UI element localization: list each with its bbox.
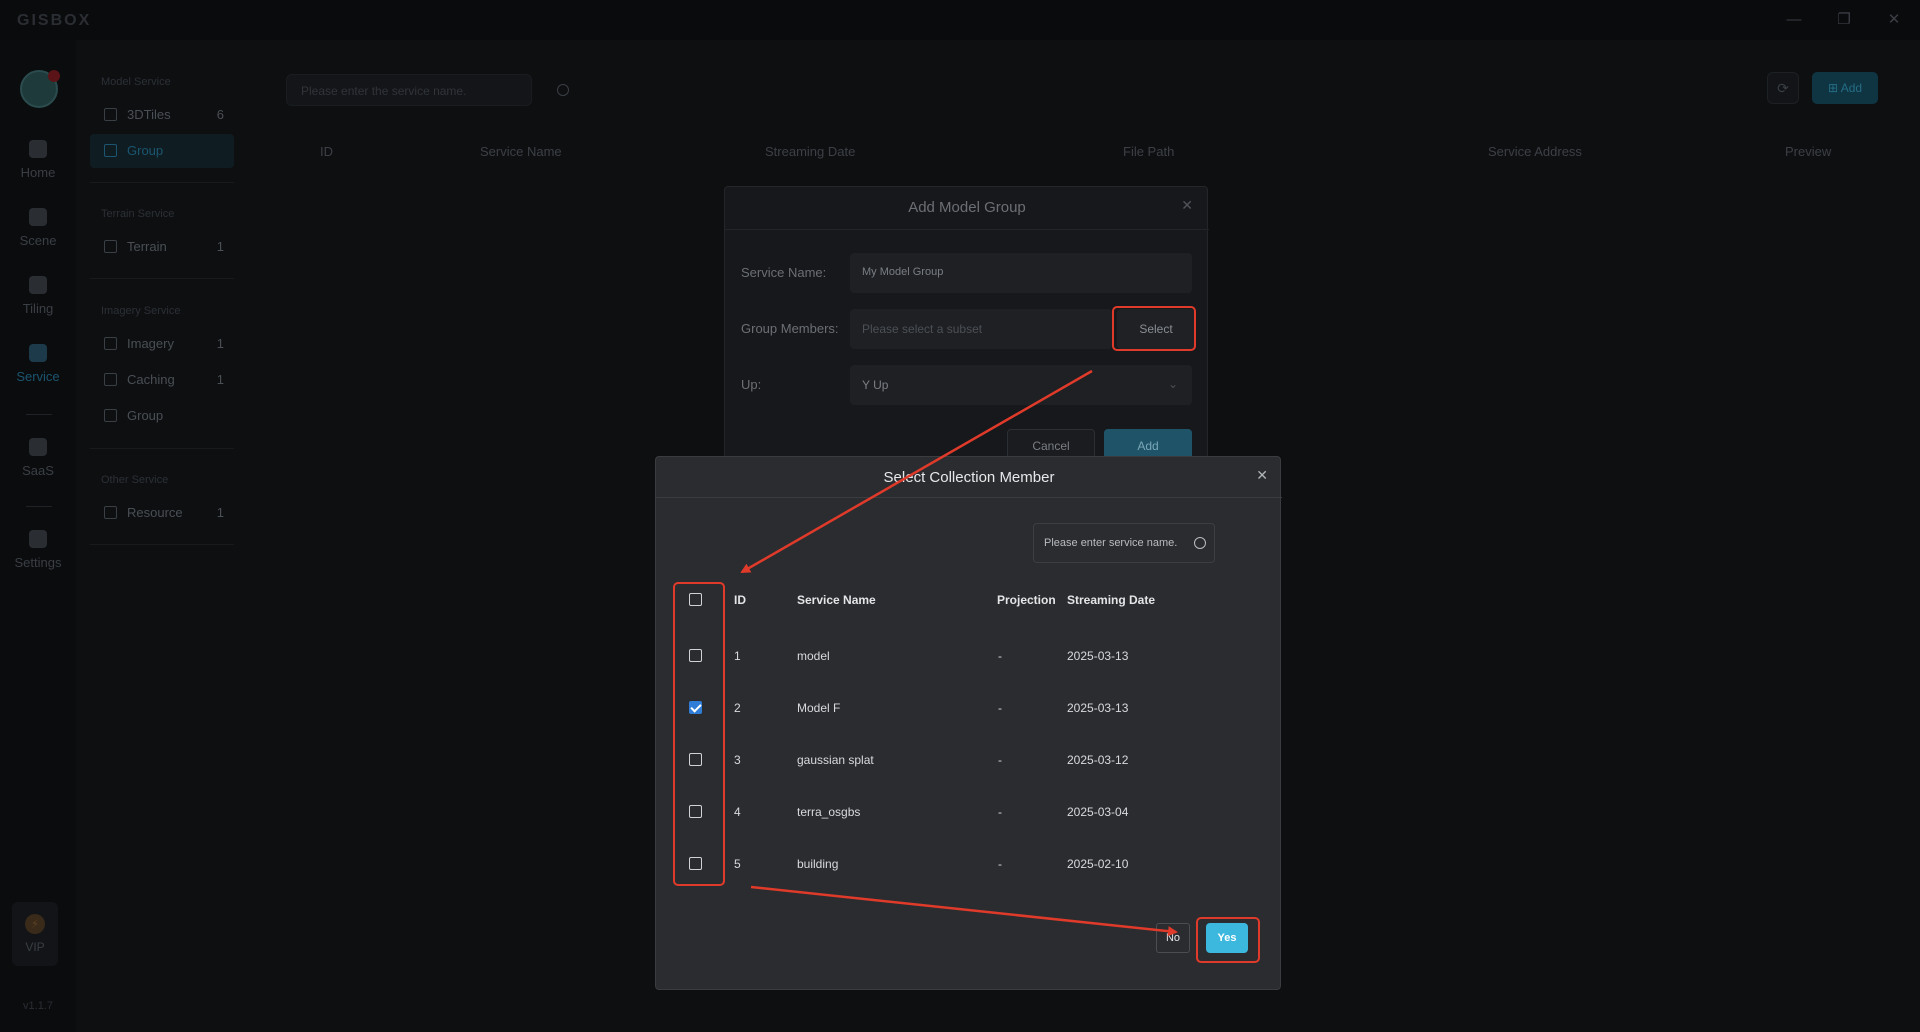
arrow-select-to-checkboxes	[740, 369, 1093, 574]
arrow-checkboxes-to-yes	[750, 885, 1178, 937]
annotation-arrows	[740, 369, 1178, 937]
